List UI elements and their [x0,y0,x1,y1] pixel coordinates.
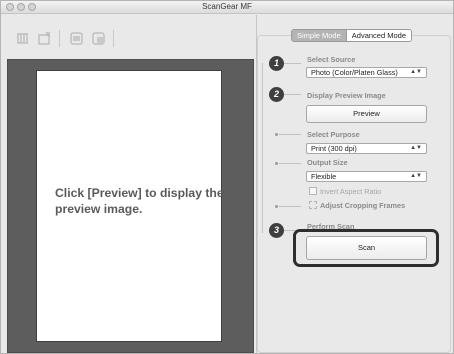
select-purpose-label: Select Purpose [307,130,360,139]
zoom-icon[interactable] [69,31,84,46]
preview-canvas[interactable]: Click [Preview] to display the preview i… [7,59,254,353]
step-connector [279,134,301,135]
select-arrows-icon: ▲▼ [410,145,422,151]
tab-advanced-mode[interactable]: Advanced Mode [345,30,411,41]
step-3-badge: 3 [269,223,284,238]
select-source-label: Select Source [307,55,356,64]
step-dot [275,162,278,165]
rotate-left-icon[interactable] [15,31,30,46]
toolbar-separator [59,30,60,47]
preview-pane: Click [Preview] to display the preview i… [7,17,254,353]
preview-toolbar [7,17,254,59]
scan-highlight-frame [293,229,439,267]
invert-aspect-ratio-button[interactable]: Invert Aspect Ratio [309,187,381,196]
crop-frame-icon [309,201,317,209]
adjust-cropping-frames-button[interactable]: Adjust Cropping Frames [309,201,405,210]
output-size-dropdown[interactable]: Flexible ▲▼ [306,171,427,182]
step-dot [275,133,278,136]
invert-aspect-label: Invert Aspect Ratio [320,187,382,196]
display-preview-label: Display Preview Image [307,91,386,100]
preview-page: Click [Preview] to display the preview i… [36,70,224,342]
scangear-window: ScanGear MF Click [Preview] to display t… [0,0,454,354]
step-dot [275,205,278,208]
select-purpose-value: Print (300 dpi) [311,144,357,153]
preview-button[interactable]: Preview [306,105,427,123]
select-arrows-icon: ▲▼ [410,69,422,75]
step-2-badge: 2 [269,87,284,102]
output-size-value: Flexible [311,172,337,181]
step-connector [279,163,301,164]
invert-aspect-icon [309,187,317,195]
mode-tabs: Simple Mode Advanced Mode [291,29,412,42]
step-connector [284,63,301,64]
output-size-label: Output Size [307,158,348,167]
toolbar-separator [113,30,114,47]
step-rail [262,63,263,233]
select-source-dropdown[interactable]: Photo (Color/Platen Glass) ▲▼ [306,67,427,78]
adjust-cropping-label: Adjust Cropping Frames [320,201,406,210]
select-source-value: Photo (Color/Platen Glass) [311,68,398,77]
crop-icon[interactable] [37,31,52,46]
step-connector [279,206,301,207]
step-connector [284,94,301,95]
tab-simple-mode[interactable]: Simple Mode [292,30,346,41]
settings-pane: Simple Mode Advanced Mode 1 Select Sourc… [257,15,453,353]
step-1-badge: 1 [269,56,284,71]
title-bar: ScanGear MF [1,1,453,14]
select-arrows-icon: ▲▼ [410,173,422,179]
scan-window-icon[interactable] [91,31,106,46]
select-purpose-dropdown[interactable]: Print (300 dpi) ▲▼ [306,143,427,154]
preview-message: Click [Preview] to display the preview i… [55,186,224,216]
window-title: ScanGear MF [202,2,252,11]
